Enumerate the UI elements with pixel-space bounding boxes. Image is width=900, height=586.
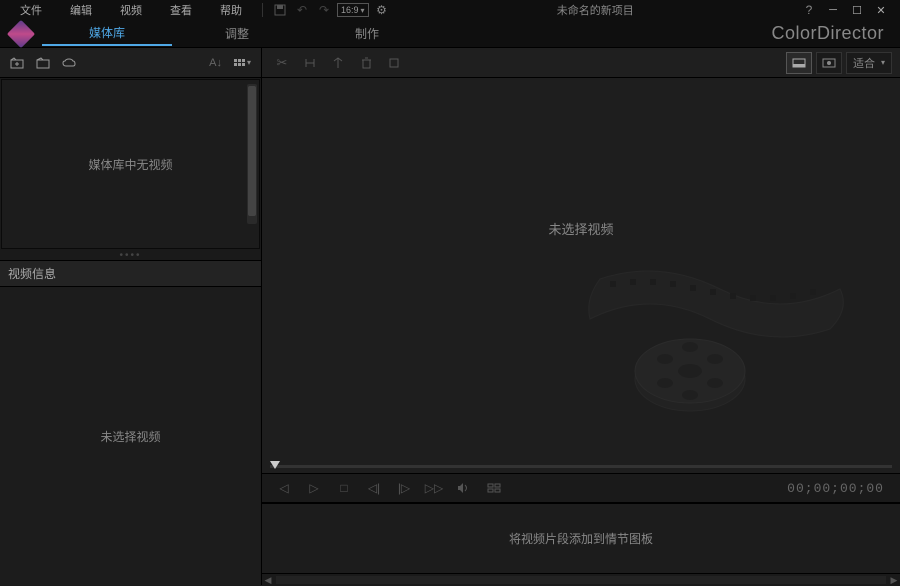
media-library-area[interactable]: 媒体库中无视频	[1, 79, 260, 249]
preview-empty-text: 未选择视频	[548, 219, 613, 238]
sort-button[interactable]: A↓	[205, 57, 226, 69]
help-icon[interactable]: ?	[800, 2, 818, 18]
view-mode-button[interactable]: ▾	[230, 56, 255, 69]
volume-icon	[450, 476, 478, 500]
media-empty-text: 媒体库中无视频	[88, 156, 172, 173]
separator	[262, 3, 263, 17]
app-logo	[0, 20, 42, 48]
minimize-button[interactable]: ─	[822, 2, 844, 18]
menu-file[interactable]: 文件	[8, 0, 54, 20]
maximize-button[interactable]: ☐	[846, 2, 868, 18]
preview-area: 未选择视频	[262, 78, 900, 459]
import-folder-icon[interactable]	[32, 52, 54, 74]
chevron-down-icon: ▾	[881, 58, 885, 67]
main-area: A↓ ▾ 媒体库中无视频 •••• 视频信息 未选择视频 ✂	[0, 48, 900, 585]
vertical-scrollbar[interactable]	[247, 84, 257, 224]
delete-icon	[354, 52, 378, 74]
timecode-display: 00;00;00;00	[787, 481, 892, 496]
window-controls: ─ ☐ ✕	[822, 2, 892, 18]
redo-icon: ↷	[315, 2, 333, 18]
view-single-button[interactable]	[786, 52, 812, 74]
trim-icon	[298, 52, 322, 74]
left-panel: A↓ ▾ 媒体库中无视频 •••• 视频信息 未选择视频	[0, 48, 262, 585]
playback-controls: ◁ ▷ □ ◁| |▷ ▷▷ 00;00;00;00	[262, 473, 900, 503]
view-compare-button[interactable]	[816, 52, 842, 74]
scroll-left-icon[interactable]: ◀	[262, 574, 274, 586]
storyboard-hint-text: 将视频片段添加到情节图板	[509, 530, 653, 547]
preview-toolbar: ✂ 适合 ▾	[262, 48, 900, 78]
aspect-ratio-selector[interactable]: 16:9▾	[337, 3, 369, 17]
timeline-scrubber[interactable]	[262, 459, 900, 473]
horizontal-scrollbar[interactable]: ◀ ▶	[262, 573, 900, 585]
video-info-body: 未选择视频	[0, 287, 261, 585]
menu-video[interactable]: 视频	[108, 0, 154, 20]
import-file-icon[interactable]	[6, 52, 28, 74]
playhead-icon[interactable]	[270, 461, 280, 469]
cut-icon: ✂	[270, 52, 294, 74]
tab-row: 媒体库 调整 制作 ColorDirector	[0, 20, 900, 48]
menu-edit[interactable]: 编辑	[58, 0, 104, 20]
panel-resize-handle[interactable]: ••••	[0, 250, 261, 260]
zoom-fit-label: 适合	[853, 55, 875, 71]
menu-help[interactable]: 帮助	[208, 0, 254, 20]
aspect-ratio-label: 16:9	[341, 5, 359, 15]
video-info-header: 视频信息	[0, 260, 261, 287]
settings-icon[interactable]: ⚙	[373, 2, 391, 18]
next-frame-button: |▷	[390, 476, 418, 500]
film-reel-graphic	[580, 259, 860, 439]
stop-button: ◁	[270, 476, 298, 500]
fast-forward-button: ▷▷	[420, 476, 448, 500]
crop-icon	[382, 52, 406, 74]
chevron-down-icon: ▾	[247, 58, 251, 67]
tab-library[interactable]: 媒体库	[42, 22, 172, 46]
library-toolbar: A↓ ▾	[0, 48, 261, 78]
play-button: ▷	[300, 476, 328, 500]
zoom-fit-select[interactable]: 适合 ▾	[846, 52, 892, 74]
brand-label: ColorDirector	[771, 23, 884, 44]
menu-view[interactable]: 查看	[158, 0, 204, 20]
record-button: □	[330, 476, 358, 500]
menubar: 文件 编辑 视频 查看 帮助 ↶ ↷ 16:9▾ ⚙ 未命名的新项目 ? ─ ☐…	[0, 0, 900, 20]
tab-produce[interactable]: 制作	[302, 22, 432, 46]
tab-adjust[interactable]: 调整	[172, 22, 302, 46]
close-button[interactable]: ✕	[870, 2, 892, 18]
split-icon	[326, 52, 350, 74]
snapshot-icon	[480, 476, 508, 500]
grid-icon	[234, 59, 245, 66]
undo-icon: ↶	[293, 2, 311, 18]
info-empty-text: 未选择视频	[100, 428, 160, 445]
project-title: 未命名的新项目	[395, 2, 796, 18]
right-panel: ✂ 适合 ▾	[262, 48, 900, 585]
cloud-icon[interactable]	[58, 52, 80, 74]
prev-frame-button: ◁|	[360, 476, 388, 500]
storyboard-area[interactable]: 将视频片段添加到情节图板	[262, 503, 900, 573]
save-icon	[271, 2, 289, 18]
scroll-right-icon[interactable]: ▶	[888, 574, 900, 586]
